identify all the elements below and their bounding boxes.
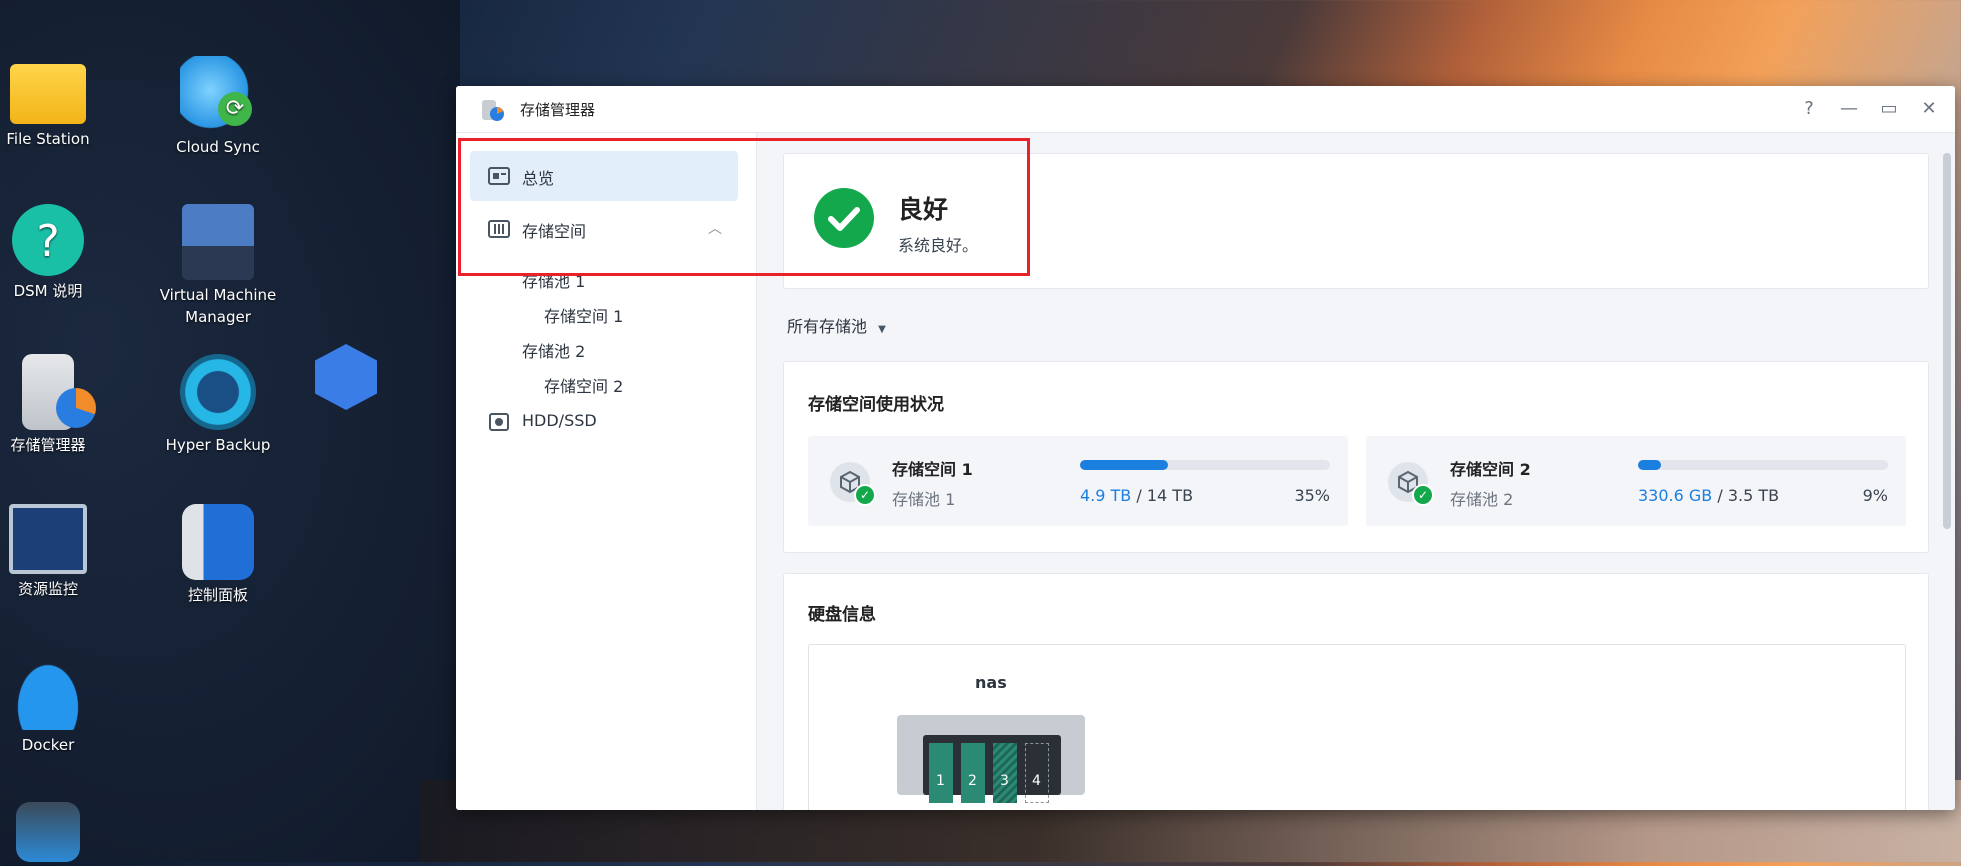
- desktop-icon-control-panel[interactable]: 控制面板: [138, 504, 298, 606]
- desktop-icon-partial[interactable]: [0, 802, 128, 866]
- used-value: 330.6 GB: [1638, 486, 1713, 505]
- desktop-icon-resource-monitor[interactable]: 资源监控: [0, 504, 128, 600]
- usage-bar-fill: [1638, 460, 1661, 470]
- sidebar-item-volume-1[interactable]: 存储空间 1: [544, 303, 623, 327]
- volume-card-1[interactable]: ✓ 存储空间 1 存储池 1 4.9 TB / 14 TB 35%: [808, 436, 1348, 526]
- desktop-icon-storage-manager[interactable]: 存储管理器: [0, 354, 128, 456]
- storage-manager-icon: [480, 98, 504, 122]
- usage-heading: 存储空间使用状况: [808, 395, 944, 415]
- separator: /: [1712, 486, 1728, 505]
- close-button[interactable]: ✕: [1915, 96, 1943, 122]
- desktop-icon-label: 控制面板: [187, 586, 248, 604]
- check-icon: ✓: [854, 484, 876, 506]
- desktop-icon-hyper-backup[interactable]: Hyper Backup: [138, 354, 298, 456]
- desktop-icon-vmm[interactable]: Virtual Machine Manager: [138, 204, 298, 328]
- volume-name: 存储空间 2: [1450, 460, 1531, 479]
- docker-icon: [10, 654, 86, 730]
- drive-bay-4[interactable]: 4: [1025, 743, 1049, 803]
- usage-percent: 9%: [1862, 486, 1888, 505]
- desktop-icon-docker[interactable]: Docker: [0, 654, 128, 756]
- separator: /: [1131, 486, 1147, 505]
- hyper-backup-icon: [180, 354, 256, 430]
- usage-percent: 35%: [1294, 486, 1330, 505]
- volume-pool: 存储池 1: [892, 490, 956, 509]
- help-icon: ?: [12, 204, 84, 276]
- bay-number: 4: [1032, 773, 1041, 789]
- sidebar-item-pool-2[interactable]: 存储池 2: [522, 338, 585, 362]
- pool-filter-dropdown[interactable]: 所有存储池 ▼: [787, 313, 886, 337]
- device-name: nas: [975, 673, 1007, 692]
- desktop-icon-bird-app[interactable]: [306, 344, 386, 414]
- desktop-icon-label: Docker: [21, 736, 75, 754]
- scrollbar[interactable]: [1943, 153, 1951, 529]
- disk-info-card: 硬盘信息 nas 1 2 3 4: [783, 573, 1929, 810]
- drive-bay-1[interactable]: 1: [929, 743, 953, 803]
- usage-amount: 4.9 TB / 14 TB: [1080, 486, 1193, 505]
- help-button[interactable]: ?: [1795, 96, 1823, 122]
- volume-name: 存储空间 1: [892, 460, 973, 479]
- nas-device-image: 1 2 3 4: [897, 715, 1085, 803]
- maximize-button[interactable]: ▭: [1875, 96, 1903, 122]
- bay-number: 1: [936, 773, 945, 789]
- window-title: 存储管理器: [520, 101, 596, 119]
- desktop-icon-dsm-help[interactable]: ? DSM 说明: [0, 204, 128, 302]
- highlight-box: [458, 138, 1030, 276]
- used-value: 4.9 TB: [1080, 486, 1132, 505]
- hdd-icon: [489, 413, 509, 431]
- volume-pool: 存储池 2: [1450, 490, 1514, 509]
- usage-bar: [1080, 460, 1330, 470]
- app-icon: [16, 802, 80, 862]
- desktop-icon-label: Hyper Backup: [165, 436, 271, 454]
- check-icon: ✓: [1412, 484, 1434, 506]
- control-panel-icon: [182, 504, 254, 580]
- sidebar-item-label: HDD/SSD: [522, 411, 597, 430]
- desktop-icon-label: Virtual Machine Manager: [159, 286, 277, 326]
- desktop-icon-label: Cloud Sync: [176, 138, 260, 156]
- volume-card-2[interactable]: ✓ 存储空间 2 存储池 2 330.6 GB / 3.5 TB 9%: [1366, 436, 1906, 526]
- bay-number: 2: [968, 773, 977, 789]
- sidebar-item-volume-2[interactable]: 存储空间 2: [544, 373, 623, 397]
- pool-filter-label: 所有存储池: [787, 317, 868, 336]
- resource-monitor-icon: [9, 504, 87, 574]
- drive-bay-3[interactable]: 3: [993, 743, 1017, 803]
- total-value: 3.5 TB: [1727, 486, 1780, 505]
- disk-panel: nas 1 2 3 4: [808, 644, 1906, 810]
- disk-heading: 硬盘信息: [808, 605, 876, 625]
- bird-icon: [315, 344, 377, 410]
- desktop-icon-label: 存储管理器: [10, 436, 86, 454]
- usage-bar: [1638, 460, 1888, 470]
- sidebar-item-hdd-ssd[interactable]: HDD/SSD: [470, 397, 738, 447]
- desktop-icon-label: 资源监控: [17, 580, 78, 598]
- server-icon: [182, 204, 254, 280]
- volume-icon: ✓: [1388, 462, 1434, 506]
- volume-icon: ✓: [830, 462, 876, 506]
- window-titlebar: 存储管理器 ? — ▭ ✕: [456, 86, 1955, 133]
- drive-bays: 1 2 3 4: [923, 735, 1061, 803]
- desktop-icon-cloud-sync[interactable]: ⟳ Cloud Sync: [138, 56, 298, 158]
- cloud-sync-icon: ⟳: [180, 56, 256, 132]
- total-value: 14 TB: [1146, 486, 1194, 505]
- folder-icon: [10, 64, 86, 124]
- bay-number: 3: [1000, 773, 1009, 789]
- drive-bay-2[interactable]: 2: [961, 743, 985, 803]
- desktop-icon-label: DSM 说明: [13, 282, 83, 300]
- storage-manager-icon: [22, 354, 96, 430]
- caret-down-icon: ▼: [878, 324, 886, 335]
- desktop-icon-file-station[interactable]: File Station: [0, 56, 128, 150]
- usage-bar-fill: [1080, 460, 1168, 470]
- usage-card: 存储空间使用状况 ✓ 存储空间 1 存储池 1 4.9 TB / 14 TB 3…: [783, 361, 1929, 553]
- desktop-icon-label: File Station: [6, 130, 90, 148]
- usage-amount: 330.6 GB / 3.5 TB: [1638, 486, 1779, 505]
- minimize-button[interactable]: —: [1835, 96, 1863, 122]
